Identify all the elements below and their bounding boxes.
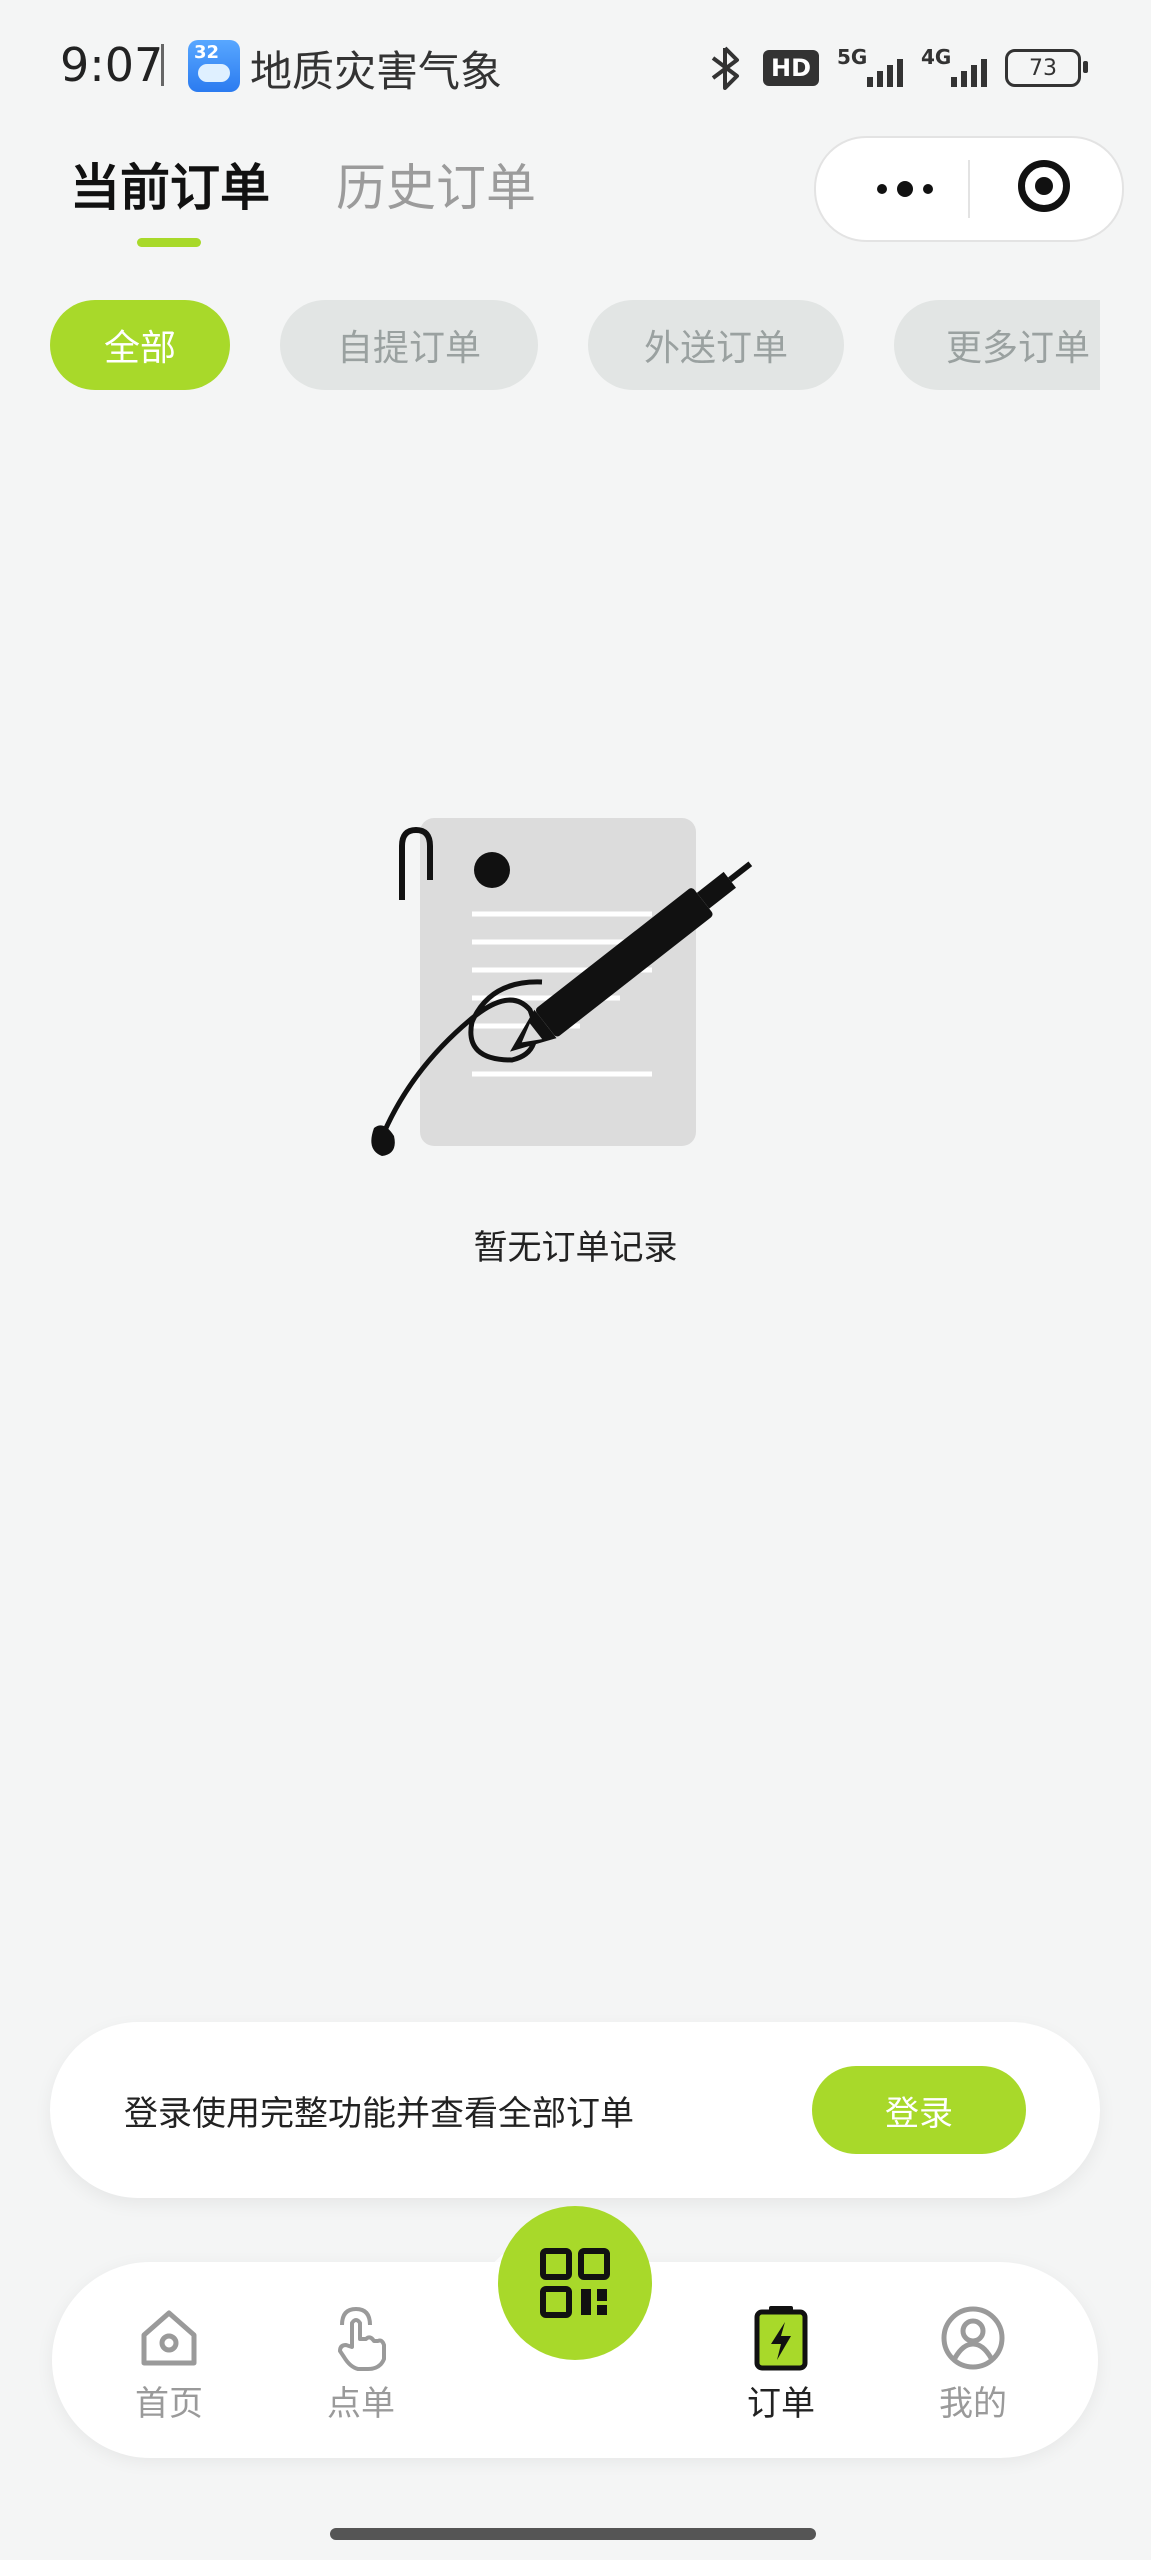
scan-order-button[interactable] bbox=[498, 2206, 652, 2360]
weather-badge: 32 bbox=[194, 42, 220, 63]
bluetooth-icon bbox=[711, 46, 739, 90]
tab-history-orders[interactable]: 历史订单 bbox=[336, 148, 536, 220]
status-notification-app: 地质灾害气象 bbox=[250, 47, 503, 96]
nav-label-orders: 订单 bbox=[747, 2384, 815, 2424]
more-icon[interactable] bbox=[858, 172, 952, 206]
order-filter-bar: 全部 自提订单 外送订单 更多订单 bbox=[0, 300, 1100, 392]
qr-code-icon bbox=[540, 2248, 610, 2318]
home-indicator[interactable] bbox=[330, 2528, 816, 2540]
empty-state-text: 暂无订单记录 bbox=[473, 1228, 678, 1268]
tap-hand-icon bbox=[338, 2306, 386, 2371]
login-banner: 登录使用完整功能并查看全部订单 登录 bbox=[50, 2022, 1100, 2198]
miniprogram-capsule bbox=[814, 136, 1124, 242]
empty-orders-illustration bbox=[371, 818, 753, 1156]
nav-label-order-menu: 点单 bbox=[327, 2384, 395, 2424]
active-tab-indicator bbox=[137, 238, 201, 247]
battery-level: 73 bbox=[1029, 55, 1057, 81]
login-prompt-text: 登录使用完整功能并查看全部订单 bbox=[124, 2094, 634, 2134]
status-indicators: HD 5G 4G 73 bbox=[705, 38, 1088, 98]
profile-icon bbox=[941, 2306, 1005, 2370]
nav-label-home: 首页 bbox=[135, 2384, 203, 2424]
status-time: 9:07 bbox=[60, 38, 164, 92]
nav-item-order-menu[interactable]: 点单 bbox=[296, 2304, 426, 2425]
login-button[interactable]: 登录 bbox=[812, 2066, 1026, 2154]
status-separator bbox=[161, 44, 164, 86]
nav-item-profile[interactable]: 我的 bbox=[908, 2304, 1038, 2425]
cloud-icon bbox=[198, 64, 230, 82]
filter-pickup[interactable]: 自提订单 bbox=[280, 300, 538, 390]
nav-item-home[interactable]: 首页 bbox=[104, 2304, 234, 2425]
filter-more[interactable]: 更多订单 bbox=[894, 300, 1100, 390]
filter-all[interactable]: 全部 bbox=[50, 300, 230, 390]
battery-icon: 73 bbox=[1005, 49, 1088, 87]
close-target-icon[interactable] bbox=[1018, 160, 1070, 212]
nav-label-profile: 我的 bbox=[939, 2384, 1007, 2424]
tab-current-orders[interactable]: 当前订单 bbox=[70, 148, 270, 220]
weather-app-icon: 32 bbox=[188, 40, 240, 92]
nav-item-orders[interactable]: 订单 bbox=[716, 2304, 846, 2425]
capsule-divider bbox=[968, 160, 970, 218]
order-clipboard-icon bbox=[754, 2306, 808, 2371]
signal-4g-icon: 4G bbox=[921, 45, 987, 91]
signal-5g-icon: 5G bbox=[837, 45, 903, 91]
home-icon bbox=[141, 2310, 197, 2366]
hd-badge: HD bbox=[762, 50, 819, 86]
filter-delivery[interactable]: 外送订单 bbox=[588, 300, 844, 390]
